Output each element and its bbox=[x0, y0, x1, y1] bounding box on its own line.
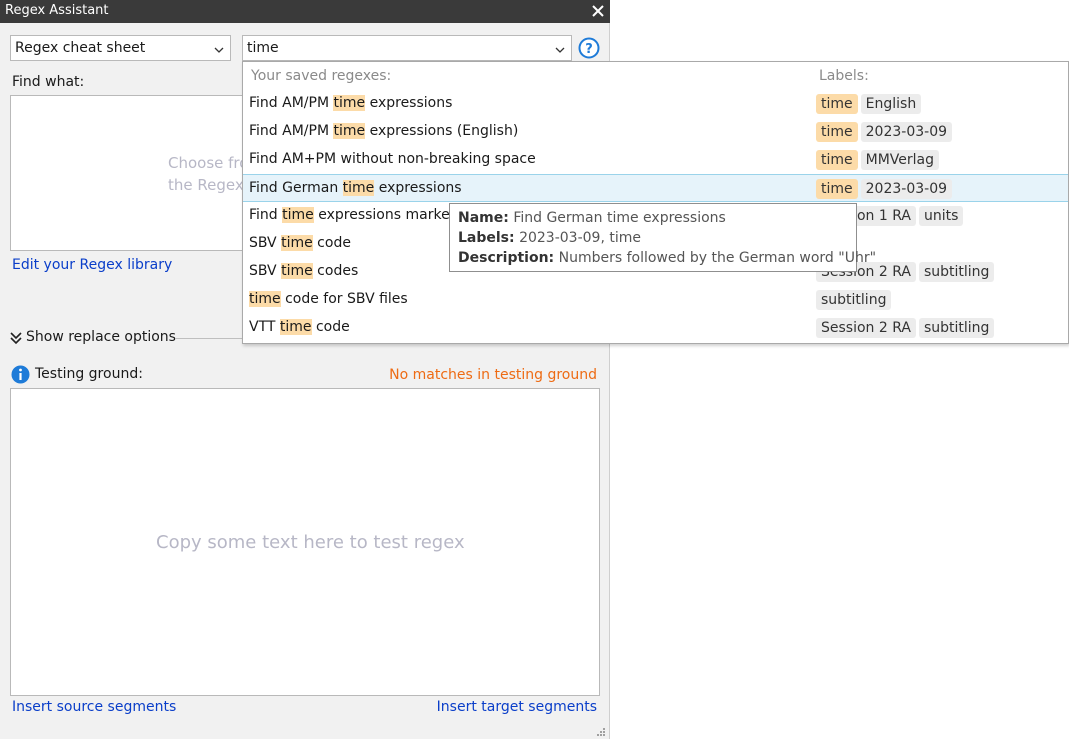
testing-ground-placeholder: Copy some text here to test regex bbox=[156, 532, 465, 553]
source-select[interactable]: Regex cheat sheet bbox=[10, 35, 231, 61]
regex-name-text: VTT bbox=[249, 319, 280, 335]
regex-list-item-name: time code for SBV files bbox=[249, 291, 408, 307]
regex-list-item[interactable]: Find AM+PM without non-breaking space tim… bbox=[243, 146, 1068, 174]
regex-labels: Session 2 RA subtitling bbox=[816, 318, 997, 338]
label-chip: subtitling bbox=[918, 262, 995, 282]
regex-name-text: expressions (English) bbox=[365, 123, 519, 139]
tooltip-labels-value: 2023-03-09, time bbox=[519, 230, 641, 246]
regex-list-item-name: Find German time expressions bbox=[249, 180, 462, 196]
insert-source-segments-link[interactable]: Insert source segments bbox=[12, 699, 176, 715]
regex-search-input[interactable]: time bbox=[242, 35, 572, 61]
regex-list-item-name: SBV time codes bbox=[249, 263, 358, 279]
label-chip: time bbox=[816, 122, 858, 142]
tooltip-name-key: Name: bbox=[458, 210, 509, 226]
regex-name-text: expressions bbox=[365, 95, 453, 111]
label-chip: subtitling bbox=[918, 318, 995, 338]
search-match-highlight: time bbox=[281, 263, 313, 279]
source-select-value: Regex cheat sheet bbox=[15, 40, 146, 56]
tooltip-description-value: Numbers followed by the German word "Uhr… bbox=[558, 250, 877, 266]
regex-search-value: time bbox=[247, 40, 279, 56]
regex-labels: time MMVerlag bbox=[816, 150, 942, 170]
regex-name-text: Find bbox=[249, 207, 283, 223]
testing-ground-label: Testing ground: bbox=[35, 366, 143, 382]
regex-list-item[interactable]: Find AM/PM time expressions time English bbox=[243, 90, 1068, 118]
search-match-highlight: time bbox=[279, 319, 312, 335]
label-chip: time bbox=[816, 94, 858, 114]
regex-labels: time 2023-03-09 bbox=[816, 179, 955, 199]
label-chip: 2023-03-09 bbox=[860, 122, 953, 142]
title-bar: Regex Assistant bbox=[0, 0, 610, 23]
regex-list-item-name: Find AM/PM time expressions (English) bbox=[249, 123, 518, 139]
regex-list-item-name: Find time expressions marked bbox=[249, 207, 459, 223]
label-chip: 2023-03-09 bbox=[860, 179, 953, 199]
show-replace-options-label: Show replace options bbox=[26, 329, 176, 345]
chevron-down-icon bbox=[214, 43, 224, 53]
resize-grip-icon[interactable] bbox=[594, 724, 606, 736]
regex-list-item[interactable]: Find AM/PM time expressions (English) tim… bbox=[243, 118, 1068, 146]
tooltip-description: Description: Numbers followed by the Ger… bbox=[458, 250, 876, 266]
regex-list-item[interactable]: time code for SBV files subtitling bbox=[243, 286, 1068, 314]
search-match-highlight: time bbox=[281, 235, 313, 251]
label-chip: English bbox=[860, 94, 922, 114]
regex-labels: subtitling bbox=[816, 290, 894, 310]
window-title: Regex Assistant bbox=[5, 3, 109, 18]
tooltip-labels: Labels: 2023-03-09, time bbox=[458, 230, 641, 246]
tooltip-labels-key: Labels: bbox=[458, 230, 515, 246]
label-chip: MMVerlag bbox=[860, 150, 940, 170]
labels-header: Labels: bbox=[819, 68, 869, 84]
regex-labels: time English bbox=[816, 94, 924, 114]
regex-name-text: Find AM/PM bbox=[249, 123, 334, 139]
testing-status: No matches in testing ground bbox=[389, 367, 597, 383]
info-icon bbox=[11, 365, 30, 388]
regex-name-text: codes bbox=[312, 263, 359, 279]
regex-name-text: SBV bbox=[249, 263, 282, 279]
regex-name-text: Find AM+PM without non-breaking space bbox=[249, 151, 536, 167]
tooltip-name: Name: Find German time expressions bbox=[458, 210, 726, 226]
double-chevron-down-icon bbox=[10, 330, 22, 349]
divider bbox=[175, 338, 245, 339]
close-icon[interactable] bbox=[590, 2, 606, 20]
regex-labels: time 2023-03-09 bbox=[816, 122, 955, 142]
regex-list-item-name: Find AM/PM time expressions bbox=[249, 95, 452, 111]
label-chip: subtitling bbox=[816, 290, 892, 310]
search-match-highlight: time bbox=[249, 291, 281, 307]
regex-list-item[interactable]: VTT time code Session 2 RA subtitling bbox=[243, 314, 1068, 342]
insert-target-segments-link[interactable]: Insert target segments bbox=[437, 699, 597, 715]
label-chip: time bbox=[816, 179, 858, 199]
help-icon[interactable]: ? bbox=[578, 37, 600, 59]
regex-name-text: Find AM/PM bbox=[249, 95, 334, 111]
tooltip-name-value: Find German time expressions bbox=[513, 210, 726, 226]
svg-text:?: ? bbox=[585, 42, 593, 57]
find-what-label: Find what: bbox=[12, 74, 85, 90]
regex-list-item[interactable]: Find German time expressions time 2023-03-… bbox=[243, 174, 1068, 202]
search-match-highlight: time bbox=[333, 123, 366, 139]
regex-name-text: expressions bbox=[374, 180, 462, 196]
regex-name-text: expressions marked bbox=[313, 207, 459, 223]
regex-list-item-name: Find AM+PM without non-breaking space bbox=[249, 151, 536, 167]
edit-library-link[interactable]: Edit your Regex library bbox=[12, 257, 172, 273]
regex-name-text: Find German bbox=[249, 180, 343, 196]
chevron-down-icon[interactable] bbox=[555, 43, 565, 53]
search-match-highlight: time bbox=[282, 207, 314, 223]
regex-name-text: code bbox=[312, 235, 351, 251]
saved-regexes-header: Your saved regexes: bbox=[251, 68, 392, 84]
regex-name-text: code bbox=[311, 319, 350, 335]
find-what-placeholder-line1: Choose fro bbox=[168, 154, 249, 172]
tooltip-description-key: Description: bbox=[458, 250, 555, 266]
find-what-placeholder-line2: the Regex bbox=[168, 176, 244, 194]
regex-list-item-name: VTT time code bbox=[249, 319, 350, 335]
regex-name-text: SBV bbox=[249, 235, 282, 251]
search-match-highlight: time bbox=[342, 180, 375, 196]
regex-name-text: code for SBV files bbox=[280, 291, 408, 307]
testing-ground-input[interactable]: Copy some text here to test regex bbox=[10, 388, 600, 696]
label-chip: Session 2 RA bbox=[816, 318, 916, 338]
regex-list-item-name: SBV time code bbox=[249, 235, 351, 251]
label-chip: units bbox=[918, 206, 964, 226]
label-chip: time bbox=[816, 150, 858, 170]
search-match-highlight: time bbox=[333, 95, 366, 111]
regex-tooltip: Name: Find German time expressions Label… bbox=[449, 203, 876, 272]
